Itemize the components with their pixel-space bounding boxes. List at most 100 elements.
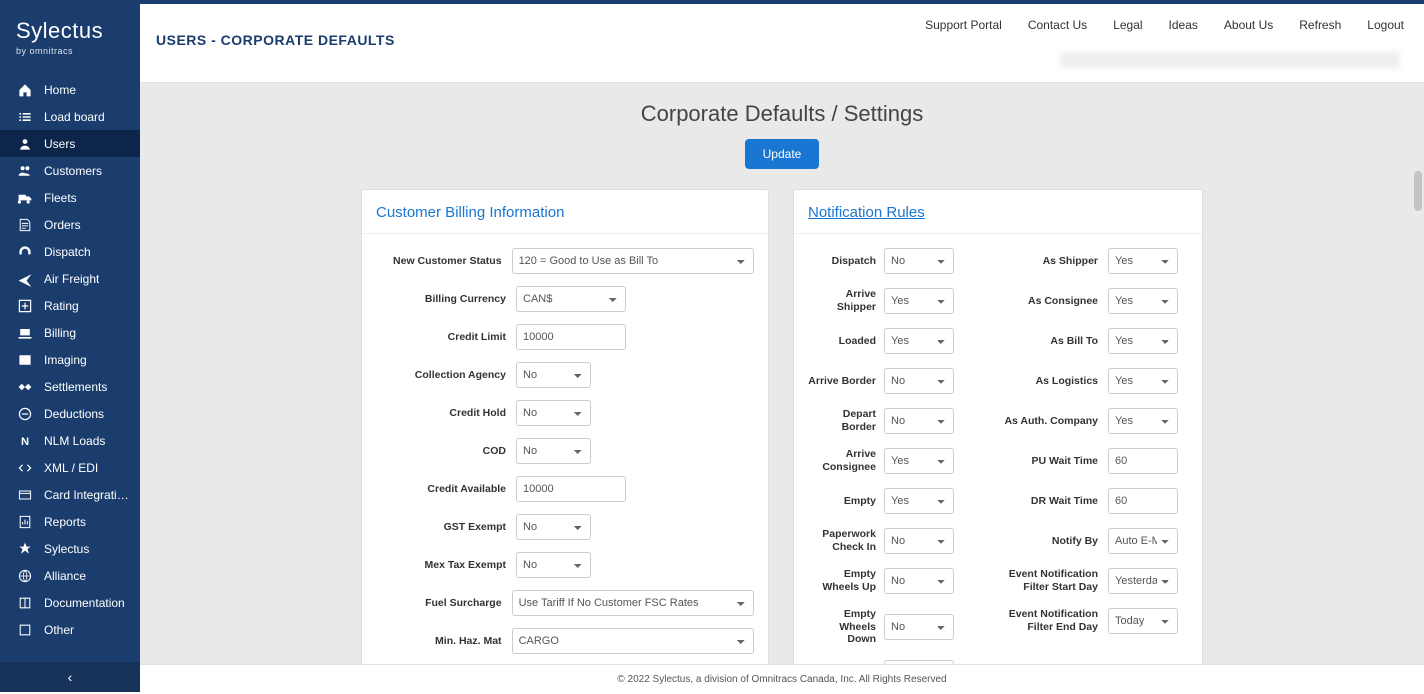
select-empty-wheels-up[interactable]: No xyxy=(884,568,954,594)
sidebar-item-label: Home xyxy=(44,83,76,97)
select-notify-by[interactable]: Auto E-Ma xyxy=(1108,528,1178,554)
sidebar-item-label: Settlements xyxy=(44,380,107,394)
sidebar-item-label: Imaging xyxy=(44,353,87,367)
scrollbar-thumb[interactable] xyxy=(1414,171,1422,211)
input-pu-wait-time[interactable] xyxy=(1108,448,1178,474)
label-depart-border: Depart Border xyxy=(808,408,884,433)
breadcrumb: USERS - CORPORATE DEFAULTS xyxy=(156,32,395,48)
select-fuel-surcharge[interactable]: Use Tariff If No Customer FSC Rates xyxy=(512,590,754,616)
header-link-legal[interactable]: Legal xyxy=(1113,18,1142,32)
select-cod[interactable]: No xyxy=(516,438,591,464)
card-icon xyxy=(16,486,34,504)
globe-icon xyxy=(16,567,34,585)
sidebar-item-nlm-loads[interactable]: N NLM Loads xyxy=(0,427,140,454)
sidebar-item-air-freight[interactable]: Air Freight xyxy=(0,265,140,292)
select-loaded[interactable]: Yes xyxy=(884,328,954,354)
label-as-auth-company: As Auth. Company xyxy=(998,415,1108,428)
input-credit-available[interactable] xyxy=(516,476,626,502)
chevron-left-icon: ‹ xyxy=(68,669,73,685)
sidebar-item-label: Deductions xyxy=(44,407,104,421)
label-mex-tax-exempt: Mex Tax Exempt xyxy=(376,559,516,572)
sidebar-item-imaging[interactable]: Imaging xyxy=(0,346,140,373)
select-as-shipper[interactable]: Yes xyxy=(1108,248,1178,274)
page-header: USERS - CORPORATE DEFAULTS Support Porta… xyxy=(140,4,1424,82)
label-empty-wheels-up: Empty Wheels Up xyxy=(808,568,884,593)
header-link-refresh[interactable]: Refresh xyxy=(1299,18,1341,32)
settings-panels: Customer Billing Information New Custome… xyxy=(140,189,1424,664)
label-fuel-surcharge: Fuel Surcharge xyxy=(376,597,512,610)
select-billing-currency[interactable]: CAN$ xyxy=(516,286,626,312)
update-button[interactable]: Update xyxy=(745,139,820,169)
select-depart-border[interactable]: No xyxy=(884,408,954,434)
select-new-customer-status[interactable]: 120 = Good to Use as Bill To xyxy=(512,248,754,274)
select-arrive-shipper[interactable]: Yes xyxy=(884,288,954,314)
sidebar-item-label: NLM Loads xyxy=(44,434,105,448)
select-filter-start[interactable]: Yesterday xyxy=(1108,568,1178,594)
sidebar-item-customers[interactable]: Customers xyxy=(0,157,140,184)
sidebar-item-reports[interactable]: Reports xyxy=(0,508,140,535)
sidebar-item-deductions[interactable]: Deductions xyxy=(0,400,140,427)
image-icon xyxy=(16,351,34,369)
brand-logo: Sylectus by omnitracs xyxy=(0,4,140,66)
sidebar-item-dispatch[interactable]: Dispatch xyxy=(0,238,140,265)
sidebar-item-billing[interactable]: Billing xyxy=(0,319,140,346)
select-filter-end[interactable]: Today xyxy=(1108,608,1178,634)
header-link-contact-us[interactable]: Contact Us xyxy=(1028,18,1087,32)
sidebar-item-alliance[interactable]: Alliance xyxy=(0,562,140,589)
select-as-auth-company[interactable]: Yes xyxy=(1108,408,1178,434)
page-title: Corporate Defaults / Settings xyxy=(140,101,1424,127)
select-as-logistics[interactable]: Yes xyxy=(1108,368,1178,394)
header-link-about-us[interactable]: About Us xyxy=(1224,18,1273,32)
truck-icon xyxy=(16,189,34,207)
header-link-ideas[interactable]: Ideas xyxy=(1169,18,1198,32)
notification-rules-header[interactable]: Notification Rules xyxy=(794,190,1202,234)
header-link-logout[interactable]: Logout xyxy=(1367,18,1404,32)
sidebar-item-settlements[interactable]: Settlements xyxy=(0,373,140,400)
select-credit-hold[interactable]: No xyxy=(516,400,591,426)
label-credit-hold: Credit Hold xyxy=(376,407,516,420)
handshake-icon xyxy=(16,378,34,396)
label-collection-agency: Collection Agency xyxy=(376,369,516,382)
laptop-icon xyxy=(16,324,34,342)
label-dispatch: Dispatch xyxy=(808,255,884,268)
select-empty[interactable]: Yes xyxy=(884,488,954,514)
select-min-haz-mat[interactable]: CARGO xyxy=(512,628,754,654)
sidebar-item-fleets[interactable]: Fleets xyxy=(0,184,140,211)
sidebar-item-home[interactable]: Home xyxy=(0,76,140,103)
select-collection-agency[interactable]: No xyxy=(516,362,591,388)
header-links: Support Portal Contact Us Legal Ideas About … xyxy=(925,18,1404,32)
sidebar-item-card-integration[interactable]: Card Integration xyxy=(0,481,140,508)
input-credit-limit[interactable] xyxy=(516,324,626,350)
sidebar-nav: Home Load board Users Customers FleetsOrders… xyxy=(0,76,140,643)
n-icon: N xyxy=(16,432,34,450)
sidebar-item-sylectus[interactable]: Sylectus xyxy=(0,535,140,562)
select-as-bill-to[interactable]: Yes xyxy=(1108,328,1178,354)
select-arrive-consignee[interactable]: Yes xyxy=(884,448,954,474)
sidebar-item-label: Load board xyxy=(44,110,105,124)
sidebar-item-users[interactable]: Users xyxy=(0,130,140,157)
input-dr-wait-time[interactable] xyxy=(1108,488,1178,514)
select-paperwork[interactable]: No xyxy=(884,528,954,554)
sidebar-item-label: Customers xyxy=(44,164,102,178)
list-icon xyxy=(16,108,34,126)
sidebar-item-orders[interactable]: Orders xyxy=(0,211,140,238)
sidebar-collapse-button[interactable]: ‹ xyxy=(0,662,140,692)
select-empty-wheels-down[interactable]: No xyxy=(884,614,954,640)
sidebar-item-xml-edi[interactable]: XML / EDI xyxy=(0,454,140,481)
select-gst-exempt[interactable]: No xyxy=(516,514,591,540)
sidebar-item-label: Users xyxy=(44,137,75,151)
sidebar-item-load-board[interactable]: Load board xyxy=(0,103,140,130)
select-mex-tax-exempt[interactable]: No xyxy=(516,552,591,578)
home-icon xyxy=(16,81,34,99)
select-arrive-border[interactable]: No xyxy=(884,368,954,394)
notification-rules-body: Dispatch No Arrive Shipper Yes Loaded Ye… xyxy=(794,234,1202,664)
label-notify-by: Notify By xyxy=(998,535,1108,548)
label-arrive-border: Arrive Border xyxy=(808,375,884,388)
sidebar-item-rating[interactable]: Rating xyxy=(0,292,140,319)
label-paperwork: Paperwork Check In xyxy=(808,528,884,553)
sidebar-item-documentation[interactable]: Documentation xyxy=(0,589,140,616)
header-link-support-portal[interactable]: Support Portal xyxy=(925,18,1002,32)
select-as-consignee[interactable]: Yes xyxy=(1108,288,1178,314)
select-dispatch[interactable]: No xyxy=(884,248,954,274)
sidebar-item-other[interactable]: Other xyxy=(0,616,140,643)
